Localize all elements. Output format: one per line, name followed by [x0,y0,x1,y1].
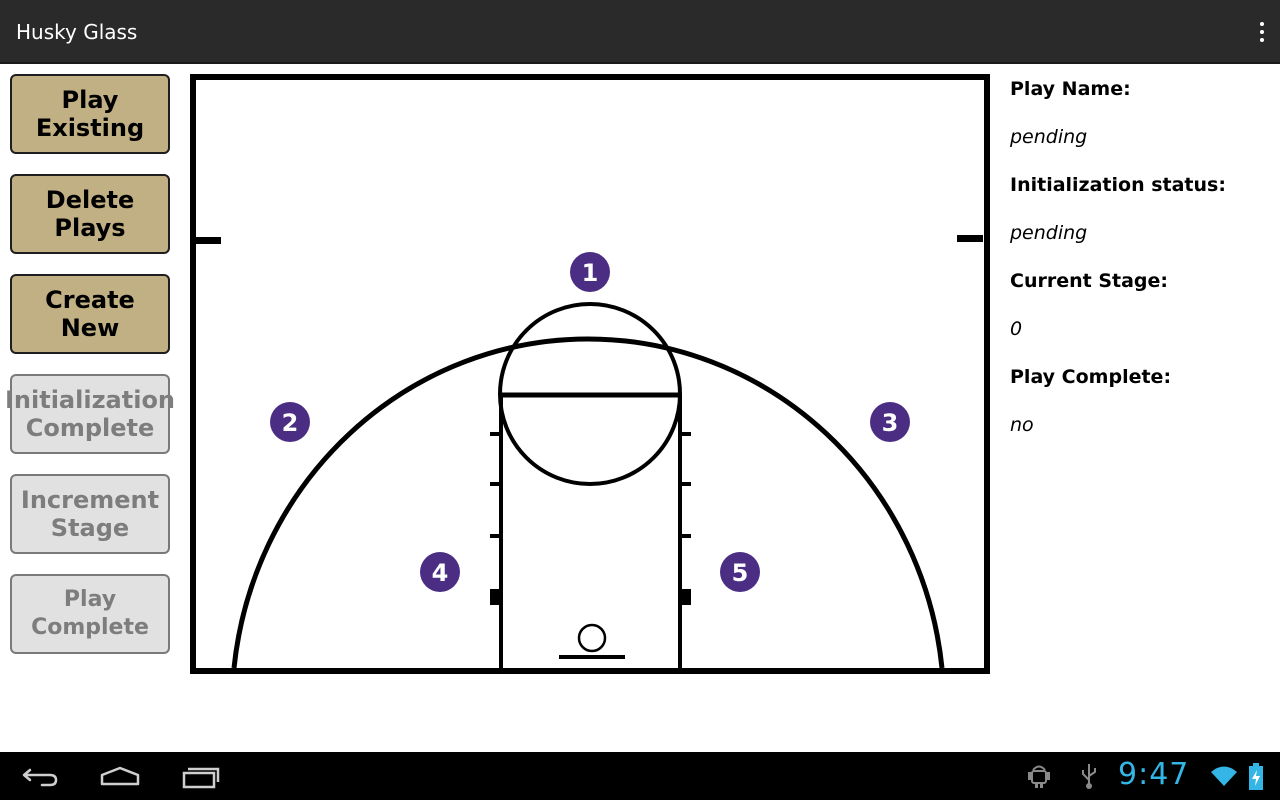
main-content: Play Existing Delete Plays Create New In… [0,66,1280,752]
init-status-value: pending [1010,222,1088,244]
lane-hash [680,432,691,436]
player-marker-5[interactable]: 5 [720,552,760,592]
android-debug-icon [1028,762,1050,795]
wifi-icon [1210,762,1238,795]
sideline-hash-left [195,237,221,244]
player-marker-4[interactable]: 4 [420,552,460,592]
action-bar: Husky Glass [0,0,1280,64]
system-navigation-bar: 9:47 [0,752,1280,800]
sideline-hash-right [957,235,983,242]
delete-plays-button[interactable]: Delete Plays [10,174,170,254]
lane-hash [680,482,691,486]
overflow-dot [1260,38,1264,42]
player-marker-3[interactable]: 3 [870,402,910,442]
current-stage-label: Current Stage: [1010,270,1168,292]
overflow-dot [1260,22,1264,26]
court-boundary [190,74,990,674]
back-icon-svg [22,768,58,787]
lane-hash [490,432,501,436]
player-marker-label: 5 [732,559,749,587]
player-marker-label: 3 [882,409,899,437]
basket-rim [577,623,607,653]
player-marker-label: 2 [282,409,299,437]
player-marker-label: 1 [582,259,599,287]
current-stage-value: 0 [1010,318,1023,340]
court-diagram: 1 2 3 4 5 [190,74,990,674]
lane-block [680,589,691,605]
lane-hash [490,482,501,486]
back-icon[interactable] [12,760,68,792]
status-clock: 9:47 [1118,757,1190,792]
play-name-value: pending [1010,126,1088,148]
recent-apps-icon[interactable] [174,760,230,792]
play-complete-value: no [1010,414,1034,436]
overflow-menu-icon[interactable] [1248,16,1276,48]
overflow-dot [1260,30,1264,34]
create-new-button[interactable]: Create New [10,274,170,354]
player-marker-2[interactable]: 2 [270,402,310,442]
play-complete-label: Play Complete: [1010,366,1172,388]
lane-hash [680,534,691,538]
battery-charging-icon [1248,762,1264,797]
app-title: Husky Glass [16,20,138,44]
increment-stage-button[interactable]: Increment Stage [10,474,170,554]
play-existing-button[interactable]: Play Existing [10,74,170,154]
player-marker-1[interactable]: 1 [570,252,610,292]
home-icon-svg [100,766,140,786]
play-name-label: Play Name: [1010,78,1131,100]
player-marker-label: 4 [432,559,449,587]
recent-apps-icon-svg [182,767,220,789]
usb-icon [1080,762,1098,795]
play-complete-button[interactable]: Play Complete [10,574,170,654]
initialization-complete-button[interactable]: Initialization Complete [5,374,175,454]
init-status-label: Initialization status: [1010,174,1226,196]
lane-block [490,589,501,605]
basketball-court[interactable]: 1 2 3 4 5 [190,74,990,674]
lane-hash [490,534,501,538]
home-icon[interactable] [92,760,148,792]
